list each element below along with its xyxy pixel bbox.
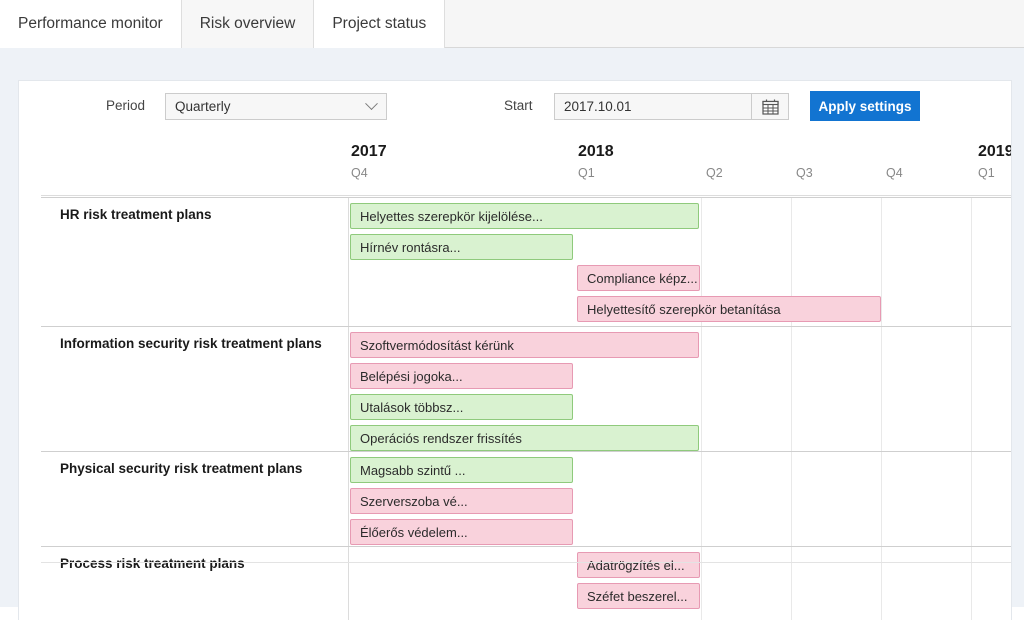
tab-risk-overview[interactable]: Risk overview	[181, 0, 315, 48]
page-background: Period Quarterly Start 2017.10.01 Apply …	[0, 48, 1024, 620]
tab-bar: Performance monitor Risk overview Projec…	[0, 0, 1024, 48]
timeline-quarter-label: Q2	[706, 166, 723, 180]
chevron-down-icon	[356, 97, 386, 111]
gantt-task-bar[interactable]: Helyettesítő szerepkör betanítása	[577, 296, 881, 322]
gantt-grid: HR risk treatment plans Helyettes szerepk…	[41, 197, 1011, 620]
tab-label: Performance monitor	[18, 15, 163, 32]
gantt-task-bar[interactable]: Szoftvermódosítást kérünk	[350, 332, 699, 358]
gantt-task-bar[interactable]: Operációs rendszer frissítés	[350, 425, 699, 451]
row-group-label: Information security risk treatment plan…	[60, 336, 322, 351]
tab-label: Project status	[332, 15, 427, 32]
gantt-row-group: Process risk treatment plans Adatrögzítés…	[41, 546, 1011, 620]
tab-performance-monitor[interactable]: Performance monitor	[0, 0, 182, 48]
gantt-task-bar[interactable]: Magsabb szintű ...	[350, 457, 573, 483]
gantt-row-group: HR risk treatment plans Helyettes szerepk…	[41, 197, 1011, 326]
start-date-group: 2017.10.01	[554, 93, 789, 120]
gantt-task-bar[interactable]: Helyettes szerepkör kijelölése...	[350, 203, 699, 229]
timeline-year-label: 2019	[978, 143, 1012, 160]
period-label: Period	[106, 98, 146, 113]
timeline-quarter-label: Q1	[978, 166, 995, 180]
timeline-quarter-label: Q1	[578, 166, 595, 180]
row-group-divider	[41, 326, 1011, 327]
gantt-task-bar[interactable]: Szerverszoba vé...	[350, 488, 573, 514]
timeline-header-divider	[41, 195, 1011, 196]
gantt-card: Period Quarterly Start 2017.10.01 Apply …	[18, 80, 1012, 620]
gantt-task-bar[interactable]: Utalások többsz...	[350, 394, 573, 420]
tab-project-status[interactable]: Project status	[314, 0, 446, 48]
gantt-task-bar[interactable]: Belépési jogoka...	[350, 363, 573, 389]
gantt-task-bar[interactable]: Széfet beszerel...	[577, 583, 700, 609]
row-group-divider	[41, 197, 1011, 198]
timeline-year-label: 2018	[578, 143, 614, 160]
gantt-row-group: Physical security risk treatment plans Ma…	[41, 451, 1011, 546]
period-select-value: Quarterly	[175, 99, 231, 114]
settings-toolbar: Period Quarterly Start 2017.10.01 Apply …	[19, 81, 1011, 139]
row-group-divider	[41, 451, 1011, 452]
gantt-row-group: Information security risk treatment plan…	[41, 326, 1011, 451]
row-group-divider	[41, 546, 1011, 547]
tab-bar-filler	[445, 0, 1024, 47]
timeline-quarter-label: Q4	[351, 166, 368, 180]
period-select[interactable]: Quarterly	[165, 93, 387, 120]
gantt-task-bar[interactable]: Hírnév rontásra...	[350, 234, 573, 260]
tab-label: Risk overview	[199, 15, 296, 32]
timeline-header: 2017 2018 2019 Q4 Q1 Q2 Q3 Q4 Q1	[41, 139, 1012, 197]
start-date-input[interactable]: 2017.10.01	[554, 93, 751, 120]
gantt-task-bar[interactable]: Élőerős védelem...	[350, 519, 573, 545]
gantt-task-bar[interactable]: Adatrögzítés el...	[577, 552, 700, 578]
row-group-label: Process risk treatment plans	[60, 556, 245, 571]
gantt-chart: 2017 2018 2019 Q4 Q1 Q2 Q3 Q4 Q1 HR risk treatme…	[19, 139, 1012, 620]
apply-settings-button[interactable]: Apply settings	[810, 91, 920, 121]
timeline-quarter-label: Q4	[886, 166, 903, 180]
calendar-icon[interactable]	[751, 93, 789, 120]
gantt-task-bar[interactable]: Compliance képz...	[577, 265, 700, 291]
row-group-label: HR risk treatment plans	[60, 207, 212, 222]
start-label: Start	[504, 98, 533, 113]
timeline-quarter-label: Q3	[796, 166, 813, 180]
timeline-year-label: 2017	[351, 143, 387, 160]
gantt-bottom-divider	[41, 562, 1011, 563]
row-group-label: Physical security risk treatment plans	[60, 461, 303, 476]
